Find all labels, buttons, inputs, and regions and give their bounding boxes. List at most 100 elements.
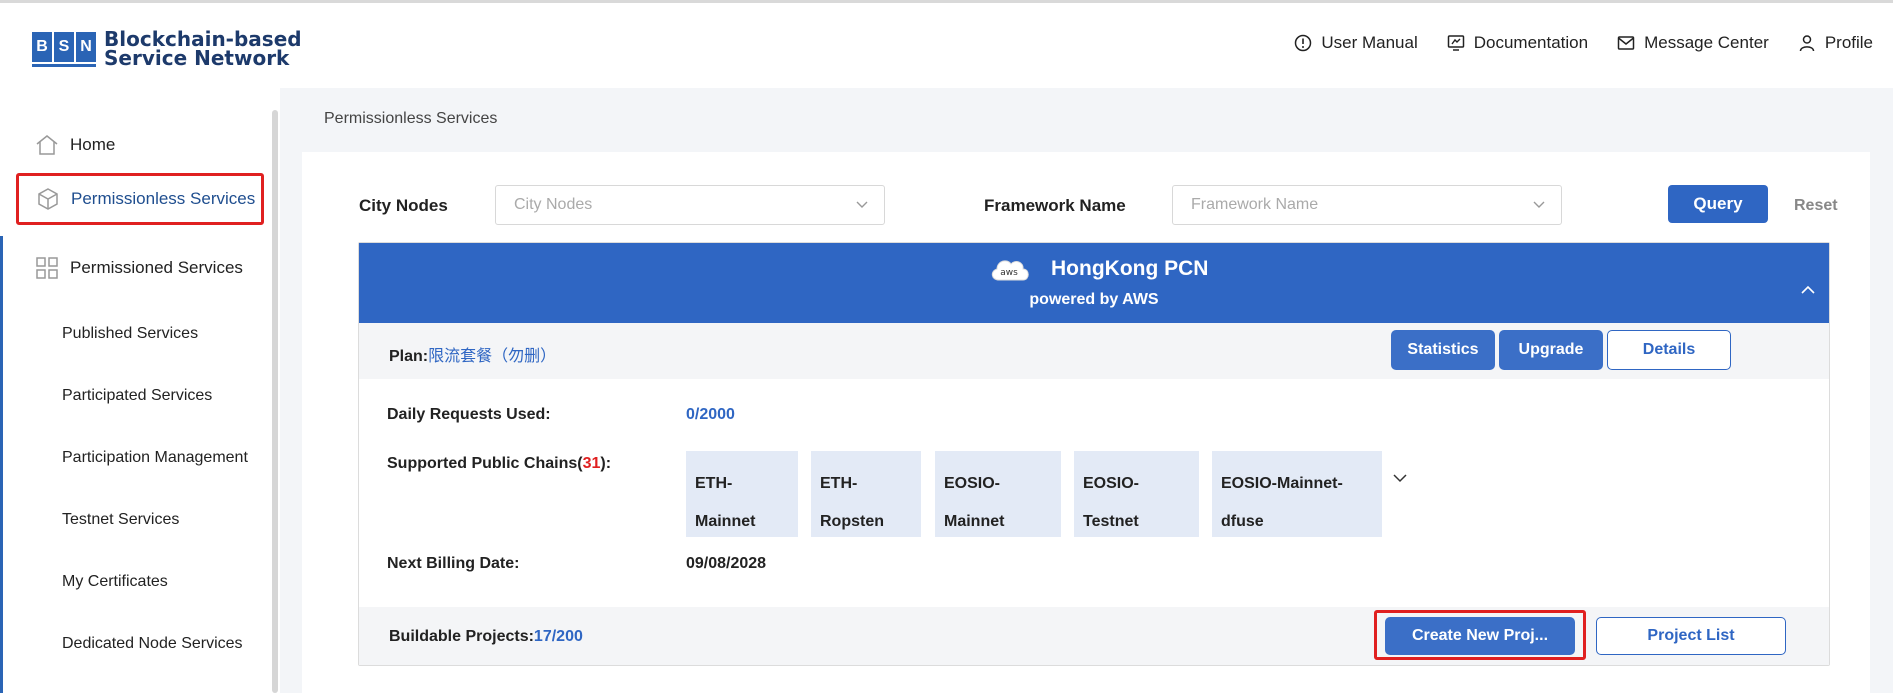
chain-line: Ropsten [820,513,884,530]
logo-letter-s: S [54,31,74,62]
chain-line: Mainnet [944,513,1005,530]
chain-line: EOSIO- [944,475,1001,492]
plan-bar: Plan:限流套餐（勿删） Statistics Upgrade Details [359,323,1829,379]
sidebar-item-label: Testnet Services [62,511,180,528]
document-screen-icon [1447,35,1464,51]
service-card: aws HongKong PCN powered by AWS Plan:限流套… [358,242,1830,666]
top-navigation: User Manual Documentation Message Center… [1293,33,1873,53]
chevron-down-icon[interactable] [1391,469,1409,487]
sidebar-item-participation-management[interactable]: Participation Management [0,433,270,483]
city-nodes-placeholder: City Nodes [514,196,593,213]
sidebar-item-permissioned-services[interactable]: Permissioned Services [0,243,270,293]
sidebar-item-label: My Certificates [62,573,168,590]
chain-line: dfuse [1221,513,1264,530]
documentation-link[interactable]: Documentation [1446,33,1588,53]
supported-chains-count: 31 [582,455,601,472]
main-content: Permissionless Services City Nodes City … [280,88,1893,693]
logo-letter-n: N [76,31,96,62]
aws-cloud-text: aws [1000,268,1018,278]
header: B S N Blockchain-based Service Network U… [0,3,1893,88]
logo-text: Blockchain-based Service Network [104,29,302,70]
aws-cloud-icon: aws [991,260,1029,281]
chain-line: ETH- [820,475,858,492]
next-billing-date-value: 09/08/2028 [686,555,767,572]
plan-label: Plan: [389,348,429,365]
framework-name-select[interactable]: Framework Name [1172,185,1562,225]
chain-line: EOSIO-Mainnet- [1221,475,1343,492]
home-icon [36,135,58,155]
supported-chains-label: Supported Public Chains(31): [387,455,611,473]
framework-name-label: Framework Name [984,196,1126,215]
next-billing-date-label: Next Billing Date: [387,555,520,572]
chain-line: Mainnet [695,513,756,530]
card-title: HongKong PCN [1051,257,1209,280]
reset-button[interactable]: Reset [1794,197,1838,215]
sidebar-scrollbar[interactable] [272,110,278,693]
user-manual-label: User Manual [1321,33,1418,52]
chain-tag-eosio-testnet: EOSIO- Testnet [1074,451,1199,537]
sidebar-item-label: Permissioned Services [70,258,243,277]
sidebar-item-my-certificates[interactable]: My Certificates [0,557,270,607]
project-bar: Buildable Projects:17/200 Create New Pro… [359,607,1829,665]
query-button[interactable]: Query [1668,185,1768,223]
sidebar-item-label: Participated Services [62,387,213,404]
chain-line: EOSIO- [1083,475,1140,492]
chain-tag-eth-ropsten: ETH- Ropsten [811,451,921,537]
sidebar-item-dedicated-node-services[interactable]: Dedicated Node Services [0,619,270,669]
logo-letter-boxes: B S N [32,31,96,67]
user-icon [1799,35,1815,52]
breadcrumb[interactable]: Permissionless Services [324,110,497,128]
card-subtitle: powered by AWS [1029,291,1159,308]
sidebar-item-label: Published Services [62,325,199,342]
framework-name-placeholder: Framework Name [1191,196,1319,213]
supported-chains-label-prefix: Supported Public Chains( [387,455,583,472]
content-panel: City Nodes City Nodes Framework Name Fra… [302,152,1870,693]
sidebar-item-label: Participation Management [62,449,248,466]
sidebar-item-label: Home [70,135,116,154]
city-nodes-select[interactable]: City Nodes [495,185,885,225]
daily-requests-label: Daily Requests Used: [387,406,551,423]
cube-icon [38,188,58,210]
details-button[interactable]: Details [1607,330,1731,370]
chevron-up-icon[interactable] [1799,281,1817,299]
sidebar-item-testnet-services[interactable]: Testnet Services [0,495,270,545]
logo-letter-b: B [32,31,52,62]
sidebar-item-home[interactable]: Home [0,120,270,170]
daily-requests-value: 0/2000 [686,406,735,423]
buildable-projects-value: 17/200 [533,628,583,645]
message-center-label: Message Center [1644,33,1769,52]
grid-icon [36,257,58,279]
chevron-down-icon [1533,201,1545,208]
plan-value[interactable]: 限流套餐（勿删） [428,348,556,365]
message-center-link[interactable]: Message Center [1616,33,1769,53]
bsn-logo[interactable]: B S N Blockchain-based Service Network [32,29,302,70]
sidebar-item-label: Dedicated Node Services [62,635,243,652]
sidebar-item-participated-services[interactable]: Participated Services [0,371,270,421]
sidebar-item-published-services[interactable]: Published Services [0,309,270,359]
sidebar: Home Permissionless Services Permissione… [0,88,280,693]
profile-link[interactable]: Profile [1797,33,1873,53]
envelope-icon [1617,36,1635,50]
chain-tag-eosio-mainnet: EOSIO- Mainnet [935,451,1061,537]
buildable-projects: Buildable Projects:17/200 [389,628,583,646]
user-manual-link[interactable]: User Manual [1293,33,1418,53]
sidebar-item-label: Permissionless Services [71,189,256,208]
chain-line: ETH- [695,475,733,492]
chain-line: Testnet [1083,513,1139,530]
chevron-down-icon [856,201,868,208]
buildable-projects-label: Buildable Projects: [389,628,534,645]
upgrade-button[interactable]: Upgrade [1499,330,1603,370]
documentation-label: Documentation [1473,33,1589,52]
info-circle-icon [1295,34,1312,52]
statistics-button[interactable]: Statistics [1391,330,1495,370]
sidebar-item-permissionless-services[interactable]: Permissionless Services [16,173,264,225]
chain-tag-eth-mainnet: ETH- Mainnet [686,451,798,537]
plan-info: Plan:限流套餐（勿删） [389,342,556,366]
chain-tag-eosio-mainnet-dfuse: EOSIO-Mainnet-dfuse [1212,451,1382,537]
supported-chains-label-suffix: ): [600,455,612,472]
project-list-button[interactable]: Project List [1596,617,1786,655]
card-header[interactable]: aws HongKong PCN powered by AWS [359,243,1829,323]
create-new-project-button[interactable]: Create New Proj... [1385,617,1575,655]
city-nodes-label: City Nodes [359,196,448,215]
logo-line-2: Service Network [104,46,290,70]
